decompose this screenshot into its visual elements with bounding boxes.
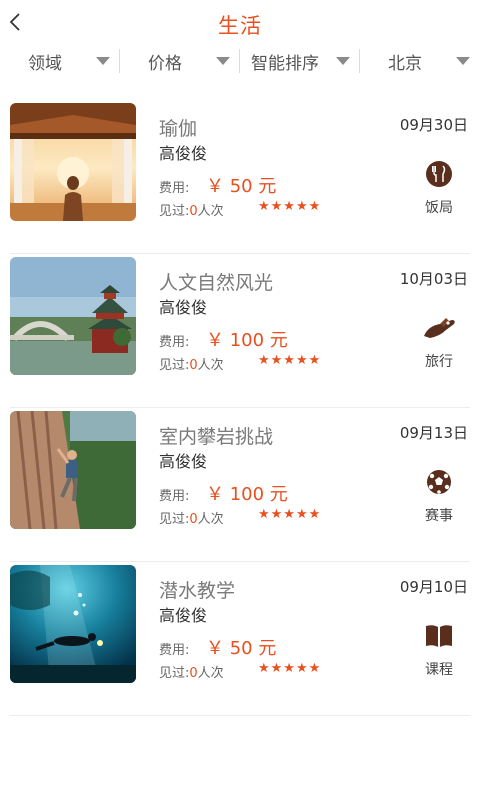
activity-date: 09月13日 (399, 424, 468, 442)
activity-title: 潜水教学 (159, 580, 236, 602)
host-name: 高俊俊 (159, 298, 208, 317)
seen-count: 见过:0人次 (159, 662, 224, 681)
fee-value: ￥ 100 元 (206, 330, 288, 351)
filter-price-dropdown[interactable]: 价格 (120, 46, 240, 76)
seen-suffix: 人次 (197, 358, 224, 373)
activity-date: 10月03日 (399, 270, 468, 288)
star-rating: ★★★★★ (258, 199, 322, 214)
seen-suffix: 人次 (197, 512, 224, 527)
diving-image (10, 565, 136, 683)
seen-number: 0 (189, 358, 198, 373)
filter-bar: 领域 价格 智能排序 北京 (0, 46, 480, 76)
seen-prefix: 见过: (159, 358, 190, 373)
filter-city-dropdown[interactable]: 北京 (360, 46, 480, 76)
seen-prefix: 见过: (159, 666, 190, 681)
star-rating: ★★★★★ (258, 507, 322, 522)
filter-sort-dropdown[interactable]: 智能排序 (240, 46, 360, 76)
activity-date: 09月10日 (399, 578, 468, 596)
star-rating: ★★★★★ (258, 353, 322, 368)
filter-label: 价格 (148, 53, 182, 74)
soccer-ball-icon (422, 468, 456, 496)
fee-value: ￥ 100 元 (206, 484, 288, 505)
caret-down-icon (216, 57, 230, 65)
seen-number: 0 (189, 204, 198, 219)
filter-label: 智能排序 (251, 53, 319, 74)
list-item[interactable]: 室内攀岩挑战 高俊俊 费用: ￥ 100 元 见过:0人次 ★★★★★ 09月1… (10, 408, 470, 562)
category-label: 饭局 (425, 200, 453, 216)
page-title: 生活 (218, 14, 262, 38)
activity-list: 瑜伽 高俊俊 费用: ￥ 50 元 见过:0人次 ★★★★★ 09月30日 饭局 (10, 100, 470, 716)
category-label: 旅行 (425, 354, 453, 370)
seen-prefix: 见过: (159, 512, 190, 527)
activity-title: 瑜伽 (159, 118, 198, 140)
category-label: 课程 (425, 662, 453, 678)
fee-label: 费用: (159, 335, 190, 350)
caret-down-icon (96, 57, 110, 65)
fee-value: ￥ 50 元 (206, 638, 277, 659)
fee-label: 费用: (159, 643, 190, 658)
yoga-image (10, 103, 136, 221)
dining-icon (422, 160, 456, 188)
seen-count: 见过:0人次 (159, 508, 224, 527)
host-name: 高俊俊 (159, 452, 208, 471)
list-item[interactable]: 潜水教学 高俊俊 费用: ￥ 50 元 见过:0人次 ★★★★★ 09月10日 … (10, 562, 470, 716)
category-label: 赛事 (425, 508, 453, 524)
landscape-image (10, 257, 136, 375)
caret-down-icon (336, 57, 350, 65)
seen-suffix: 人次 (197, 666, 224, 681)
activity-title: 室内攀岩挑战 (159, 426, 274, 448)
header: 生活 (0, 0, 480, 46)
travel-icon (422, 314, 456, 342)
seen-number: 0 (189, 512, 198, 527)
fee-label: 费用: (159, 489, 190, 504)
list-item[interactable]: 人文自然风光 高俊俊 费用: ￥ 100 元 见过:0人次 ★★★★★ 10月0… (10, 254, 470, 408)
caret-down-icon (456, 57, 470, 65)
seen-number: 0 (189, 666, 198, 681)
fee-value: ￥ 50 元 (206, 176, 277, 197)
seen-count: 见过:0人次 (159, 200, 224, 219)
list-item[interactable]: 瑜伽 高俊俊 费用: ￥ 50 元 见过:0人次 ★★★★★ 09月30日 饭局 (10, 100, 470, 254)
host-name: 高俊俊 (159, 144, 208, 163)
activity-date: 09月30日 (399, 116, 468, 134)
seen-prefix: 见过: (159, 204, 190, 219)
seen-count: 见过:0人次 (159, 354, 224, 373)
star-rating: ★★★★★ (258, 661, 322, 676)
activity-title: 人文自然风光 (159, 272, 274, 294)
climbing-image (10, 411, 136, 529)
fee-label: 费用: (159, 181, 190, 196)
filter-label: 领域 (28, 53, 62, 74)
filter-domain-dropdown[interactable]: 领域 (0, 46, 120, 76)
book-icon (422, 622, 456, 650)
host-name: 高俊俊 (159, 606, 208, 625)
filter-label: 北京 (388, 53, 422, 74)
seen-suffix: 人次 (197, 204, 224, 219)
